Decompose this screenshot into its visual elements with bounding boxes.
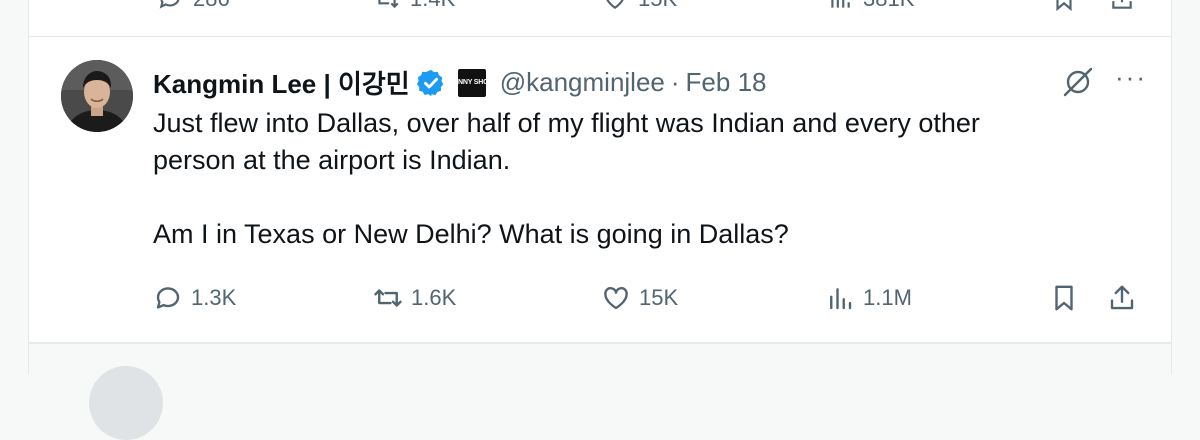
bookmark-icon <box>1055 285 1073 311</box>
view-count: 1.1M <box>863 285 912 310</box>
grok-icon[interactable] <box>1061 65 1095 99</box>
share-icon <box>1112 0 1132 9</box>
affiliate-badge-icon[interactable]: BENNY SHOW <box>449 68 495 97</box>
repost-button[interactable]: 1.6K <box>373 283 456 313</box>
tweet-card[interactable]: Kangmin Lee | 이강민 BENNY SHOW @kangminjle… <box>28 37 1172 343</box>
next-tweet-card <box>28 343 1172 440</box>
author-name[interactable]: Kangmin Lee | 이강민 <box>153 64 410 101</box>
previous-tweet-card: 286 1.4K 15K 381K <box>28 0 1172 37</box>
tweet-text-line: Am I in Texas or New Delhi? What is goin… <box>153 219 789 249</box>
bookmark-button[interactable] <box>1049 283 1079 313</box>
tweet-header: Kangmin Lee | 이강민 BENNY SHOW @kangminjle… <box>153 64 767 101</box>
heart-icon <box>604 286 628 310</box>
previous-reply-button[interactable]: 286 <box>157 0 230 12</box>
like-count: 15K <box>639 285 679 310</box>
reply-icon <box>159 0 180 9</box>
tweet-actions: 1.3K 1.6K 15K 1.1M <box>153 283 1143 319</box>
heart-icon <box>606 0 624 9</box>
reply-count: 1.3K <box>191 285 237 310</box>
previous-repost-count: 1.4K <box>410 0 455 12</box>
verified-badge-icon[interactable] <box>416 68 446 98</box>
views-button[interactable]: 1.1M <box>825 283 912 313</box>
author-handle[interactable]: @kangminjlee <box>500 67 665 98</box>
previous-reply-count: 286 <box>193 0 230 12</box>
more-icon: ··· <box>1115 62 1147 92</box>
repost-icon <box>378 0 399 9</box>
share-icon <box>1110 285 1134 310</box>
avatar[interactable] <box>61 60 133 132</box>
previous-view-count: 381K <box>863 0 914 12</box>
tweet-text-line: person at the airport is Indian. <box>153 145 511 175</box>
reply-icon <box>156 287 180 309</box>
previous-like-button[interactable]: 15K <box>602 0 677 12</box>
previous-repost-button[interactable]: 1.4K <box>374 0 455 12</box>
tweet-text-line: Just flew into Dallas, over half of my f… <box>153 108 980 138</box>
reply-button[interactable]: 1.3K <box>153 283 236 313</box>
tweet-text: Just flew into Dallas, over half of my f… <box>153 105 1113 253</box>
previous-views-button[interactable]: 381K <box>827 0 914 12</box>
views-icon <box>831 0 850 8</box>
previous-like-count: 15K <box>638 0 677 12</box>
like-button[interactable]: 15K <box>601 283 678 313</box>
share-button[interactable] <box>1107 283 1137 313</box>
bookmark-icon <box>1056 0 1072 12</box>
affiliate-badge-text: BENNY SHOW <box>448 78 495 86</box>
views-icon <box>830 288 852 310</box>
previous-share-button[interactable] <box>1109 0 1135 12</box>
more-options-button[interactable]: ··· <box>1115 64 1147 90</box>
tweet-date[interactable]: Feb 18 <box>686 67 767 98</box>
avatar-photo <box>61 60 133 132</box>
repost-count: 1.6K <box>411 285 457 310</box>
next-avatar[interactable] <box>89 366 163 440</box>
previous-bookmark-button[interactable] <box>1051 0 1077 12</box>
repost-icon <box>374 289 402 307</box>
header-separator: · <box>670 67 680 97</box>
